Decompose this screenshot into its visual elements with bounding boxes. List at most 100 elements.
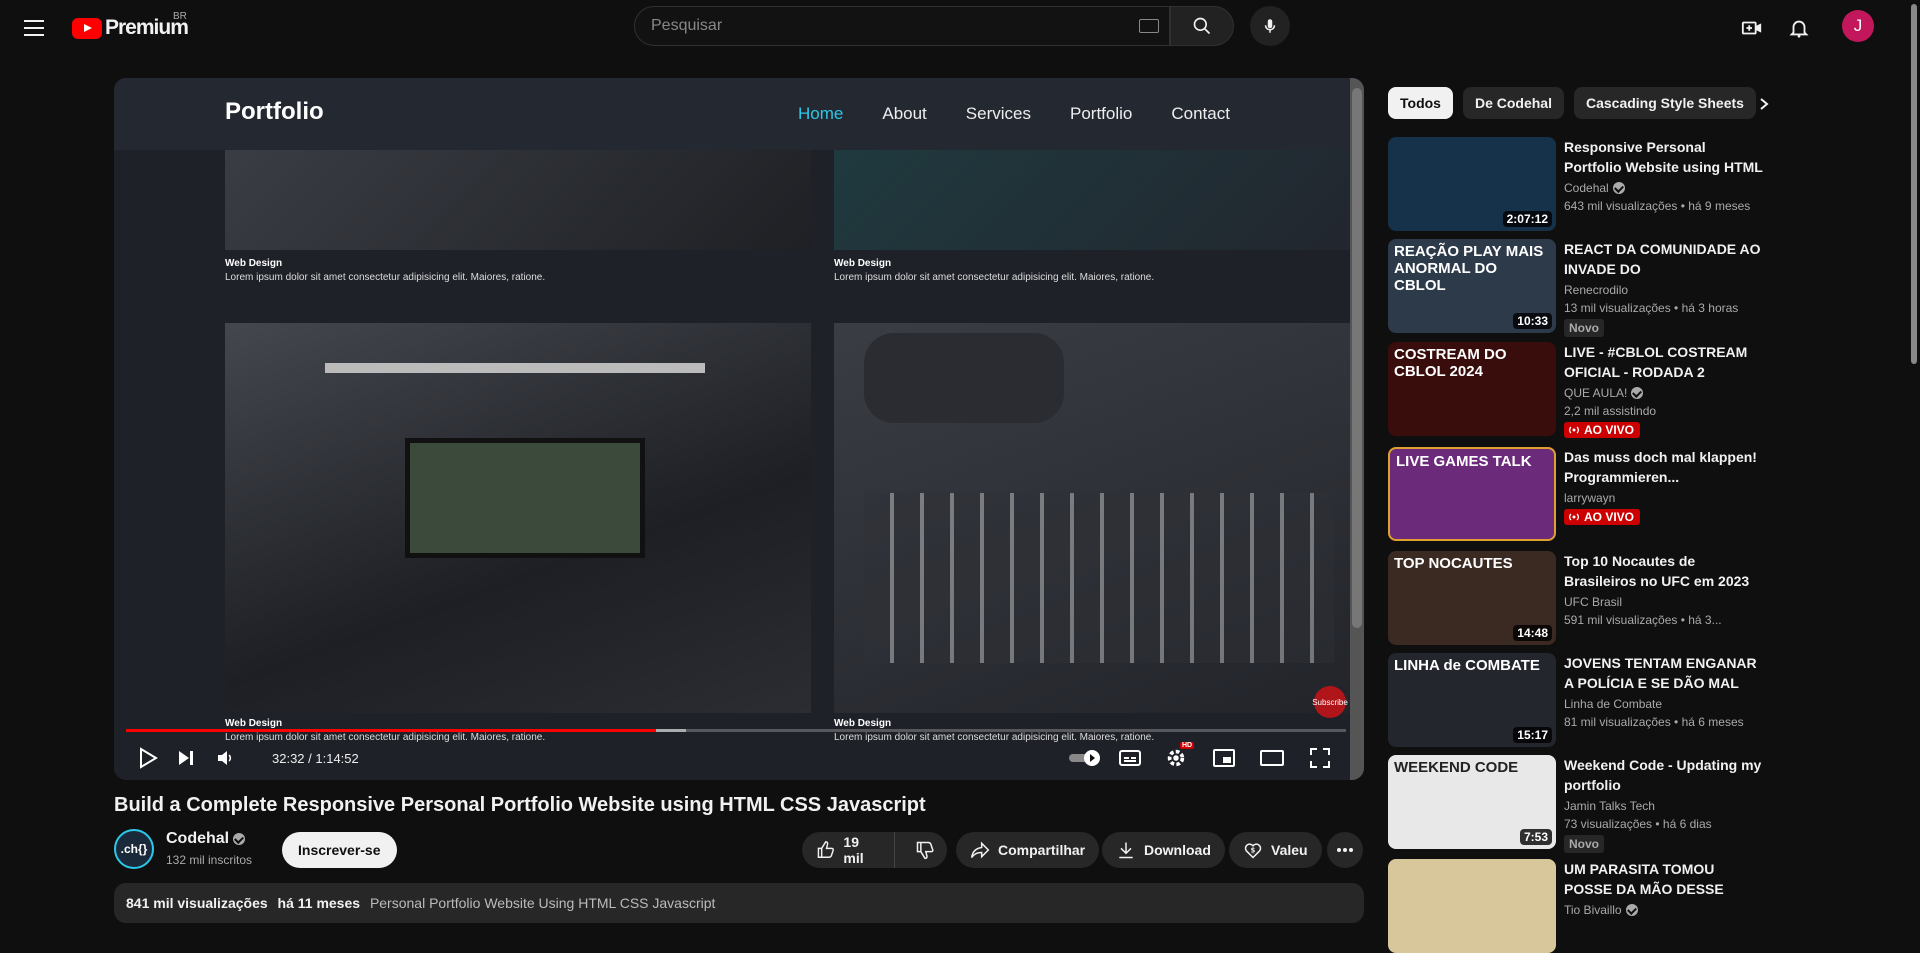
recommendation-title[interactable]: UM PARASITA TOMOU POSSE DA MÃO DESSE RAP… — [1564, 859, 1764, 899]
tile-title: Web Design — [834, 718, 892, 729]
video-duration: 14:48 — [1513, 625, 1552, 641]
channel-name[interactable]: Codehal — [166, 830, 246, 848]
play-button[interactable] — [132, 742, 164, 774]
recommendation-item[interactable]: TOP NOCAUTES 14:48 Top 10 Nocautes de Bras… — [1388, 551, 1788, 645]
recommendation-thumbnail[interactable]: LIVE GAMES TALK — [1388, 447, 1556, 541]
tile-caption-1: Web Design Lorem ipsum dolor sit amet co… — [225, 258, 811, 283]
recommendation-item[interactable]: WEEKEND CODE 7:53 Weekend Code - Updating … — [1388, 755, 1788, 853]
page-scrollbar[interactable] — [1908, 0, 1920, 914]
fullscreen-button[interactable] — [1304, 742, 1336, 774]
recommendation-channel-name: Linha de Combate — [1564, 697, 1663, 711]
portfolio-nav-home: Home — [798, 104, 844, 123]
recommendation-channel[interactable]: UFC Brasil — [1564, 595, 1622, 609]
theater-mode-button[interactable] — [1256, 742, 1288, 774]
recommendation-item[interactable]: LIVE GAMES TALK Das muss doch mal klappen… — [1388, 447, 1788, 541]
chip-from-channel[interactable]: De Codehal — [1462, 87, 1564, 119]
live-badge-text: AO VIVO — [1584, 423, 1635, 437]
recommendation-channel[interactable]: larrywayn — [1564, 491, 1615, 505]
tile-text: Lorem ipsum dolor sit amet consectetur a… — [225, 272, 546, 283]
like-button[interactable]: 19 mil — [802, 832, 895, 868]
chip-all[interactable]: Todos — [1388, 87, 1453, 119]
page-scrollbar-thumb[interactable] — [1911, 4, 1917, 364]
video-player[interactable]: Portfolio Home About Services Portfolio … — [114, 78, 1364, 780]
recommendation-thumbnail[interactable]: TOP NOCAUTES 14:48 — [1388, 551, 1556, 645]
subscribe-button[interactable]: Inscrever-se — [282, 832, 397, 868]
account-avatar[interactable]: J — [1842, 10, 1874, 42]
portfolio-image-desk — [225, 150, 811, 250]
subtitles-button[interactable] — [1114, 742, 1146, 774]
gear-icon — [1167, 749, 1185, 767]
recommendation-title[interactable]: JOVENS TENTAM ENGANAR A POLÍCIA E SE DÃO… — [1564, 653, 1764, 693]
recommendation-title[interactable]: Responsive Personal Portfolio Website us… — [1564, 137, 1764, 177]
recommendation-item[interactable]: 2:07:12 Responsive Personal Portfolio Web… — [1388, 137, 1788, 231]
recommendation-channel[interactable]: Renecrodilo — [1564, 283, 1628, 297]
recommendation-item[interactable]: UM PARASITA TOMOU POSSE DA MÃO DESSE RAP… — [1388, 859, 1788, 953]
search-placeholder: Pesquisar — [651, 17, 723, 34]
voice-search-button[interactable] — [1250, 6, 1290, 46]
recommendation-item[interactable]: LINHA de COMBATE 15:17 JOVENS TENTAM ENGAN… — [1388, 653, 1788, 747]
youtube-logo[interactable]: Premium — [72, 14, 189, 42]
recommendation-channel-name: Renecrodilo — [1564, 283, 1629, 297]
channel-avatar[interactable]: .ch{} — [114, 829, 154, 869]
tile-text: Lorem ipsum dolor sit amet consectetur a… — [834, 272, 1155, 283]
play-icon — [140, 747, 158, 769]
recommendation-title[interactable]: Das muss doch mal klappen! Programmieren… — [1564, 447, 1764, 487]
progress-played — [126, 729, 657, 732]
recommendation-item[interactable]: REAÇÃO PLAY MAIS ANORMAL DO CBLOL 10:33 RE… — [1388, 239, 1788, 337]
download-button[interactable]: Download — [1102, 832, 1225, 868]
thanks-button[interactable]: $ Valeu — [1229, 832, 1322, 868]
settings-button[interactable]: HD — [1160, 742, 1195, 774]
menu-icon[interactable] — [20, 14, 48, 42]
download-icon — [1119, 842, 1133, 859]
verified-icon — [233, 833, 246, 845]
recommendation-thumbnail[interactable]: WEEKEND CODE 7:53 — [1388, 755, 1556, 849]
recommendation-channel[interactable]: Jamin Talks Tech — [1564, 799, 1655, 813]
autoplay-toggle[interactable] — [1066, 742, 1106, 774]
svg-text:$: $ — [1251, 847, 1256, 855]
thumbnail-text: WEEKEND CODE — [1394, 759, 1519, 776]
recommendation-title[interactable]: REACT DA COMUNIDADE AO INVADE DO SUPERKL… — [1564, 239, 1764, 279]
keyboard-icon[interactable] — [1139, 19, 1159, 33]
embedded-scrollbar[interactable] — [1350, 78, 1364, 780]
search-icon — [1193, 17, 1211, 35]
more-actions-button[interactable] — [1327, 832, 1363, 868]
recommendation-channel[interactable]: Codehal — [1564, 181, 1625, 195]
video-duration: 2:07:12 — [1502, 211, 1552, 227]
subscriber-count: 132 mil inscritos — [166, 853, 253, 867]
description-box[interactable]: 841 mil visualizações há 11 meses Person… — [114, 883, 1364, 923]
chips-next-button[interactable] — [1752, 92, 1776, 116]
miniplayer-button[interactable] — [1208, 742, 1240, 774]
recommendation-thumbnail[interactable]: COSTREAM DO CBLOL 2024 — [1388, 342, 1556, 436]
recommendation-channel[interactable]: Linha de Combate — [1564, 697, 1662, 711]
recommendation-channel[interactable]: Tio Bivaillo — [1564, 903, 1638, 917]
theater-icon — [1260, 750, 1284, 766]
share-button[interactable]: Compartilhar — [956, 832, 1100, 868]
recommendation-title[interactable]: LIVE - #CBLOL COSTREAM OFICIAL - RODADA … — [1564, 342, 1764, 382]
recommendation-thumbnail[interactable]: REAÇÃO PLAY MAIS ANORMAL DO CBLOL 10:33 — [1388, 239, 1556, 333]
channel-name-text: Codehal — [166, 830, 230, 847]
subscribe-watermark[interactable]: Subscribe — [1312, 686, 1348, 718]
dislike-button[interactable] — [903, 832, 947, 868]
search-input[interactable]: Pesquisar — [634, 6, 1170, 46]
notifications-button[interactable] — [1783, 12, 1815, 44]
share-label: Compartilhar — [998, 842, 1086, 858]
embedded-scrollbar-thumb[interactable] — [1352, 88, 1362, 628]
recommendation-thumbnail[interactable]: 2:07:12 — [1388, 137, 1556, 231]
chip-css[interactable]: Cascading Style Sheets — [1573, 87, 1756, 119]
progress-bar[interactable] — [126, 729, 1346, 732]
recommendation-channel-name: UFC Brasil — [1564, 595, 1623, 609]
create-button[interactable] — [1736, 12, 1768, 44]
recommendation-thumbnail[interactable]: LINHA de COMBATE 15:17 — [1388, 653, 1556, 747]
recommendation-thumbnail[interactable] — [1388, 859, 1556, 953]
recommendation-channel[interactable]: QUE AULA! — [1564, 386, 1644, 400]
fullscreen-icon — [1310, 748, 1330, 768]
recommendation-title[interactable]: Top 10 Nocautes de Brasileiros no UFC em… — [1564, 551, 1764, 591]
search-button[interactable] — [1170, 6, 1234, 46]
recommendation-meta: 73 visualizações • há 6 dias — [1564, 817, 1712, 831]
next-button[interactable] — [170, 742, 202, 774]
portfolio-image-keyboard — [834, 323, 1350, 713]
recommendation-title[interactable]: Weekend Code - Updating my portfolio — [1564, 755, 1764, 795]
thumbs-up-icon — [817, 841, 835, 859]
volume-button[interactable] — [209, 742, 241, 774]
recommendation-item[interactable]: COSTREAM DO CBLOL 2024 LIVE - #CBLOL COST… — [1388, 342, 1788, 438]
